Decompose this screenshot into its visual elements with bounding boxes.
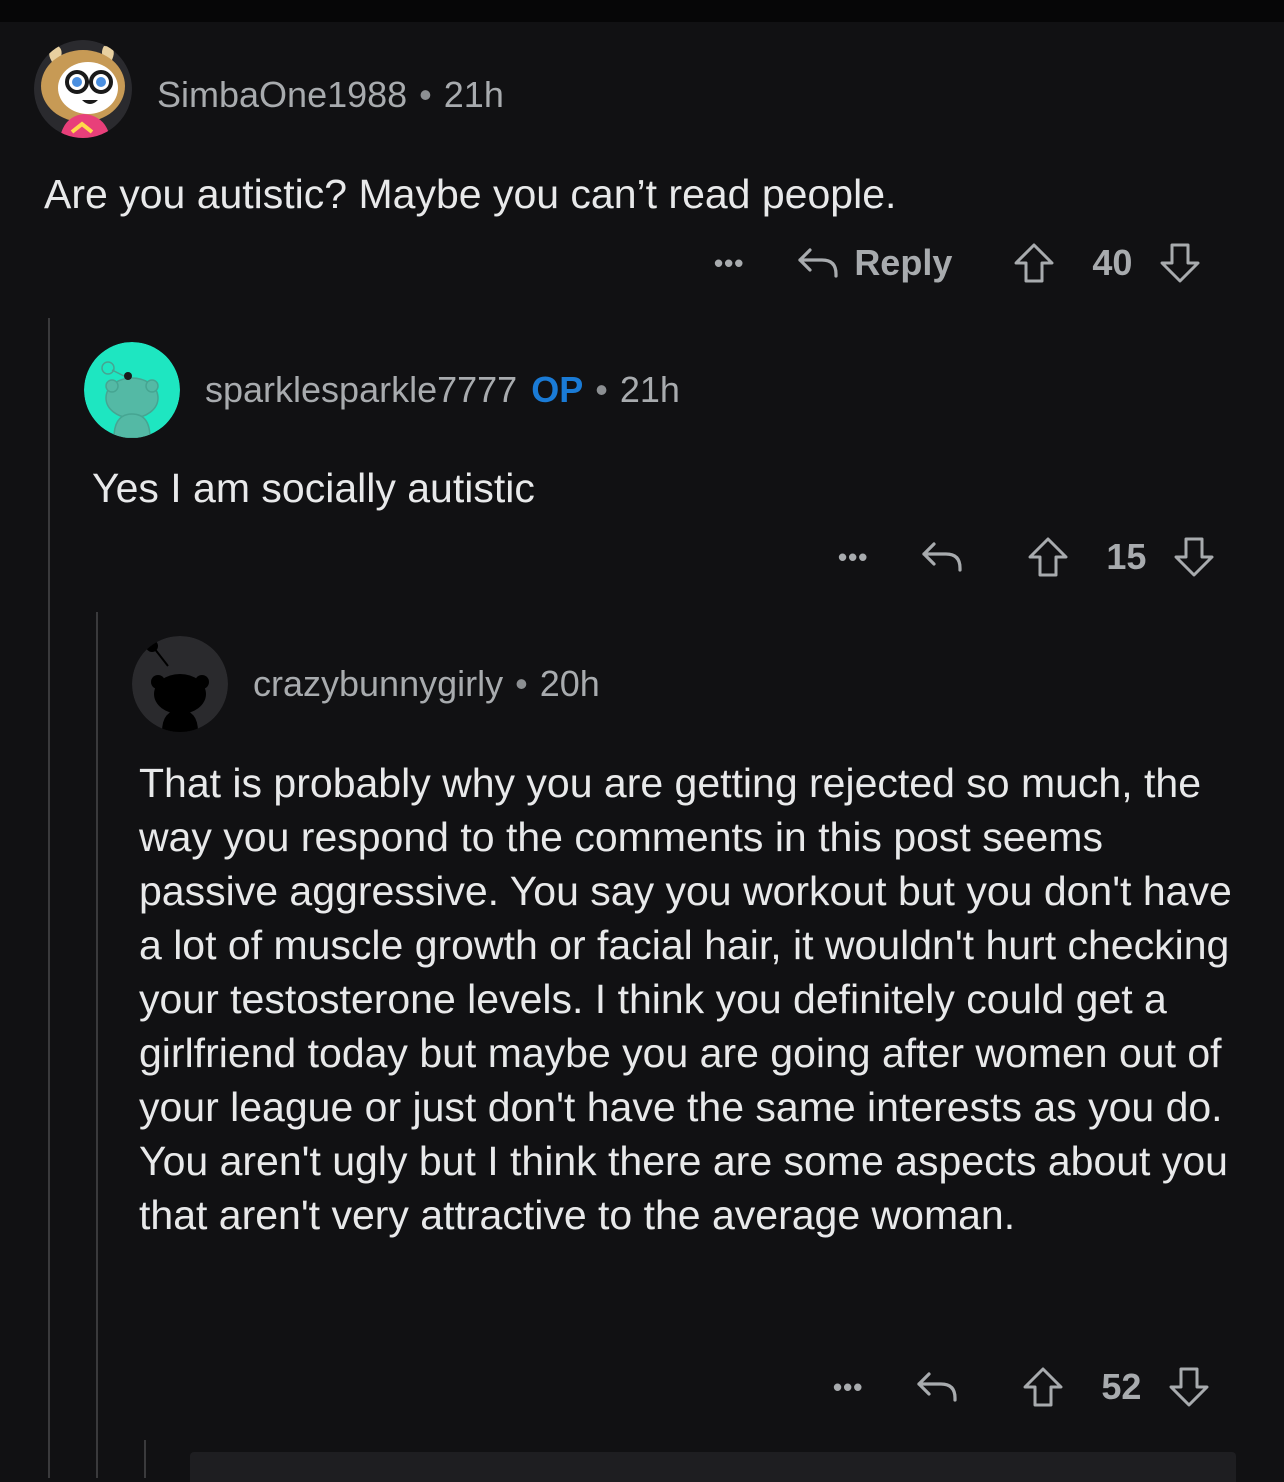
timestamp: 21h — [443, 74, 504, 115]
downvote-arrow-icon — [1160, 243, 1200, 283]
upvote-button[interactable] — [1026, 535, 1070, 579]
avatar[interactable] — [84, 342, 180, 438]
comment-actions: ••• Reply 40 — [714, 240, 1202, 286]
separator-dot: • — [515, 663, 528, 704]
avatar-snoo-icon — [84, 342, 180, 438]
comment-header: sparklesparkle7777 OP • 21h — [205, 369, 680, 411]
next-comment-card[interactable] — [190, 1452, 1236, 1482]
reply-arrow-icon — [922, 542, 962, 572]
vote-count: 15 — [1106, 536, 1147, 577]
avatar-snoo-dark-icon — [132, 636, 228, 732]
more-options-button[interactable]: ••• — [833, 1372, 863, 1403]
reply-label: Reply — [854, 242, 953, 283]
avatar-snoo-glasses-icon — [34, 40, 132, 138]
upvote-button[interactable] — [1012, 241, 1056, 285]
avatar[interactable] — [34, 40, 132, 138]
username[interactable]: crazybunnygirly — [253, 663, 503, 705]
comment-header: SimbaOne1988 • 21h — [157, 74, 504, 116]
upvote-arrow-icon — [1014, 243, 1054, 283]
reply-arrow-icon — [917, 1372, 957, 1402]
separator-dot: • — [419, 74, 432, 115]
avatar[interactable] — [132, 636, 228, 732]
status-bar-strip — [0, 0, 1284, 22]
downvote-button[interactable] — [1172, 535, 1216, 579]
vote-count: 52 — [1101, 1366, 1142, 1407]
downvote-button[interactable] — [1158, 241, 1202, 285]
vote-count: 40 — [1092, 242, 1133, 283]
username[interactable]: SimbaOne1988 — [157, 74, 407, 116]
reply-button[interactable]: Reply — [796, 242, 952, 284]
comment-actions: ••• 15 — [838, 534, 1216, 580]
reply-button[interactable] — [915, 1368, 961, 1406]
downvote-button[interactable] — [1167, 1365, 1211, 1409]
more-options-button[interactable]: ••• — [838, 542, 868, 573]
more-options-button[interactable]: ••• — [714, 248, 744, 279]
comment-body: Yes I am socially autistic — [92, 465, 535, 511]
upvote-button[interactable] — [1021, 1365, 1065, 1409]
upvote-arrow-icon — [1028, 537, 1068, 577]
op-badge: OP — [531, 369, 584, 410]
downvote-arrow-icon — [1169, 1367, 1209, 1407]
thread-line-level1[interactable] — [48, 318, 50, 1478]
thread-line-level2[interactable] — [96, 612, 98, 1478]
timestamp: 21h — [619, 369, 680, 410]
comment-body: Are you autistic? Maybe you can’t read p… — [44, 171, 897, 217]
downvote-arrow-icon — [1174, 537, 1214, 577]
reply-button[interactable] — [920, 538, 966, 576]
thread-line-level3[interactable] — [144, 1440, 146, 1478]
username[interactable]: sparklesparkle7777 — [205, 369, 517, 411]
comment-body: That is probably why you are getting rej… — [139, 760, 1232, 1238]
separator-dot: • — [595, 369, 608, 410]
timestamp: 20h — [539, 663, 600, 704]
comment-header: crazybunnygirly • 20h — [253, 663, 600, 705]
comment-actions: ••• 52 — [833, 1364, 1211, 1410]
upvote-arrow-icon — [1023, 1367, 1063, 1407]
reply-arrow-icon — [798, 248, 838, 278]
